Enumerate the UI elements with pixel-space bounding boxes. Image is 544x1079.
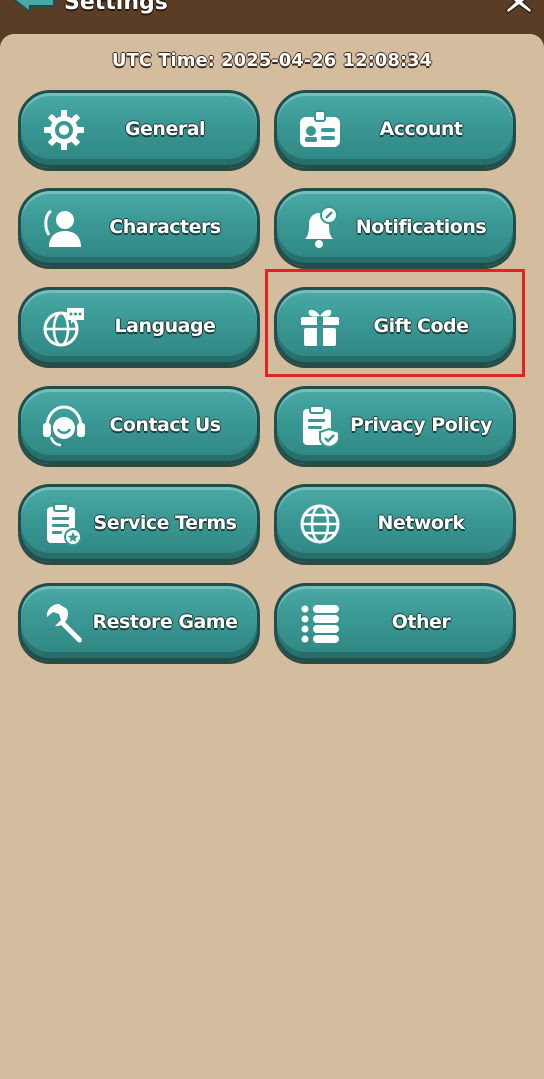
account-label: Account (379, 118, 463, 140)
service-terms-label: Service Terms (93, 512, 237, 534)
clipboard-shield-icon (297, 403, 343, 449)
characters-label: Characters (109, 216, 221, 238)
utc-time: UTC Time: 2025-04-26 12:08:34 (111, 50, 433, 71)
other-label: Other (391, 611, 451, 633)
document-badge-icon (41, 501, 87, 547)
user-icon (41, 205, 87, 251)
globe-icon (297, 501, 343, 547)
restore-game-button[interactable]: Restore Game (18, 583, 260, 661)
privacy-policy-label: Privacy Policy (350, 414, 492, 436)
contact-us-button[interactable]: Contact Us (18, 386, 260, 464)
general-label: General (124, 118, 206, 140)
notifications-label: Notifications (355, 216, 487, 238)
back-button[interactable] (8, 0, 58, 18)
other-button[interactable]: Other (274, 583, 516, 661)
network-button[interactable]: Network (274, 484, 516, 562)
characters-button[interactable]: Characters (18, 188, 260, 266)
contact-us-label: Contact Us (109, 414, 221, 436)
account-button[interactable]: Account (274, 90, 516, 168)
language-label: Language (114, 315, 216, 337)
back-arrow-icon (12, 0, 55, 15)
page-title: Settings (64, 0, 168, 15)
id-card-icon (297, 107, 343, 153)
gear-icon (41, 107, 87, 153)
bell-icon (297, 205, 343, 251)
close-icon (505, 0, 533, 14)
general-button[interactable]: General (18, 90, 260, 168)
gift-code-highlight-box (265, 269, 525, 377)
network-label: Network (377, 512, 465, 534)
headset-icon (41, 403, 87, 449)
notifications-button[interactable]: Notifications (274, 188, 516, 266)
language-button[interactable]: Language (18, 287, 260, 365)
restore-game-label: Restore Game (92, 611, 238, 633)
wrench-icon (41, 600, 87, 646)
close-button[interactable] (504, 0, 534, 14)
list-icon (297, 600, 343, 646)
globe-chat-icon (41, 304, 87, 350)
service-terms-button[interactable]: Service Terms (18, 484, 260, 562)
privacy-policy-button[interactable]: Privacy Policy (274, 386, 516, 464)
